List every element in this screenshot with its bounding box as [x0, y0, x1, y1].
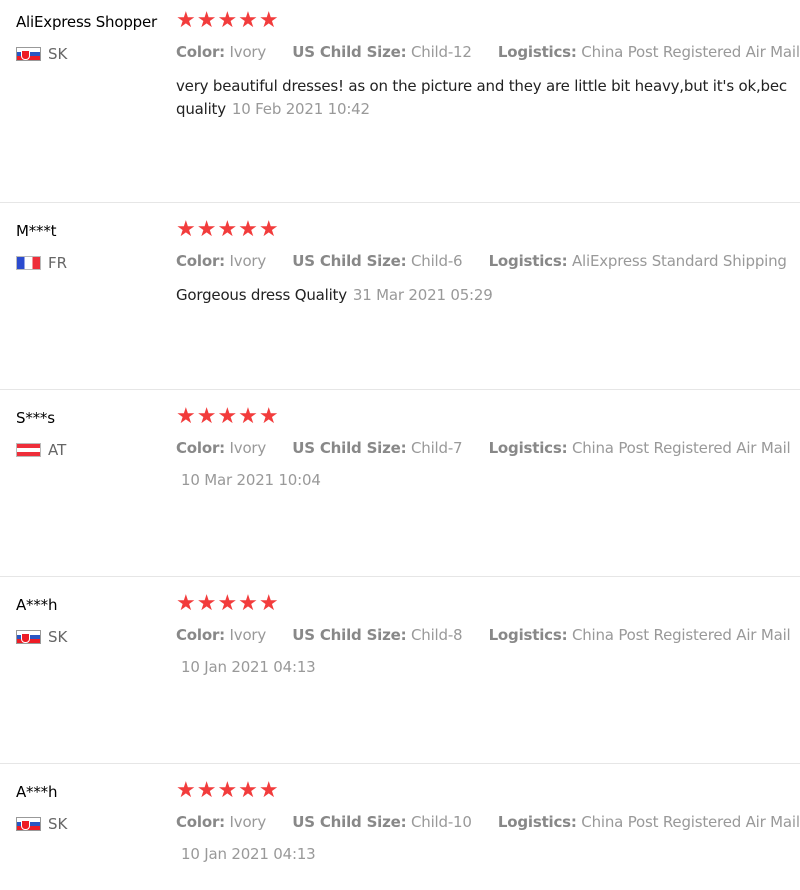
reviewer-name: A***h	[16, 783, 58, 801]
review-text-line: quality	[176, 100, 226, 118]
color-value: Ivory	[229, 626, 267, 644]
review-text-line: very beautiful dresses! as on the pictur…	[176, 77, 787, 95]
color-value: Ivory	[229, 813, 267, 831]
review-divider	[0, 202, 800, 203]
rating-stars: ★★★★★	[176, 778, 280, 803]
size-value: Child-8	[411, 626, 463, 644]
size-label: US Child Size:	[292, 252, 407, 270]
review-divider	[0, 763, 800, 764]
reviewer-country: FR	[16, 254, 67, 272]
color-value: Ivory	[229, 43, 267, 61]
review-divider	[0, 576, 800, 577]
reviewer-country: AT	[16, 441, 66, 459]
reviewer-country: SK	[16, 628, 67, 646]
review-date: 10 Jan 2021 04:13	[181, 658, 316, 676]
review-text-line: Gorgeous dress Quality	[176, 286, 347, 304]
country-code: SK	[48, 45, 68, 63]
review-date: 31 Mar 2021 05:29	[352, 286, 493, 304]
reviewer-country: SK	[16, 815, 67, 833]
color-label: Color:	[176, 252, 225, 270]
order-info: Color: Ivory US Child Size: Child-8 Logi…	[176, 626, 791, 644]
logistics-label: Logistics:	[488, 439, 568, 457]
country-code: SK	[48, 628, 68, 646]
review-list: AliExpress Shopper SK ★★★★★ Color: Ivory…	[0, 0, 800, 890]
size-value: Child-7	[411, 439, 463, 457]
size-value: Child-10	[411, 813, 472, 831]
logistics-value: China Post Registered Air Mail	[571, 626, 791, 644]
slovakia-flag-icon	[16, 817, 41, 831]
review-text: Gorgeous dress Quality 31 Mar 2021 05:29	[176, 284, 800, 307]
austria-flag-icon	[16, 443, 41, 457]
order-info: Color: Ivory US Child Size: Child-7 Logi…	[176, 439, 791, 457]
country-code: FR	[48, 254, 68, 272]
reviewer-country: SK	[16, 45, 67, 63]
slovakia-flag-icon	[16, 630, 41, 644]
color-value: Ivory	[229, 439, 267, 457]
logistics-value: China Post Registered Air Mail	[581, 43, 800, 61]
color-label: Color:	[176, 626, 225, 644]
logistics-value: China Post Registered Air Mail	[571, 439, 791, 457]
rating-stars: ★★★★★	[176, 8, 280, 33]
rating-stars: ★★★★★	[176, 404, 280, 429]
review-date: 10 Feb 2021 10:42	[231, 100, 370, 118]
review-date: 10 Jan 2021 04:13	[181, 845, 316, 863]
size-label: US Child Size:	[292, 43, 407, 61]
country-code: AT	[48, 441, 67, 459]
size-value: Child-6	[411, 252, 463, 270]
reviewer-name: M***t	[16, 222, 57, 240]
reviewer-name: S***s	[16, 409, 55, 427]
rating-stars: ★★★★★	[176, 217, 280, 242]
rating-stars: ★★★★★	[176, 591, 280, 616]
france-flag-icon	[16, 256, 41, 270]
logistics-label: Logistics:	[497, 813, 577, 831]
reviewer-name: AliExpress Shopper	[16, 13, 157, 31]
size-label: US Child Size:	[292, 439, 407, 457]
color-label: Color:	[176, 813, 225, 831]
logistics-label: Logistics:	[488, 252, 568, 270]
size-label: US Child Size:	[292, 813, 407, 831]
color-value: Ivory	[229, 252, 267, 270]
slovakia-flag-icon	[16, 47, 41, 61]
review-text: very beautiful dresses! as on the pictur…	[176, 75, 800, 121]
color-label: Color:	[176, 439, 225, 457]
order-info: Color: Ivory US Child Size: Child-10 Log…	[176, 813, 800, 831]
color-label: Color:	[176, 43, 225, 61]
reviewer-name: A***h	[16, 596, 58, 614]
review-date: 10 Mar 2021 10:04	[181, 471, 321, 489]
logistics-label: Logistics:	[497, 43, 577, 61]
order-info: Color: Ivory US Child Size: Child-6 Logi…	[176, 252, 787, 270]
review-divider	[0, 389, 800, 390]
logistics-value: AliExpress Standard Shipping	[571, 252, 787, 270]
size-label: US Child Size:	[292, 626, 407, 644]
country-code: SK	[48, 815, 68, 833]
order-info: Color: Ivory US Child Size: Child-12 Log…	[176, 43, 800, 61]
logistics-value: China Post Registered Air Mail	[581, 813, 800, 831]
size-value: Child-12	[411, 43, 472, 61]
logistics-label: Logistics:	[488, 626, 568, 644]
